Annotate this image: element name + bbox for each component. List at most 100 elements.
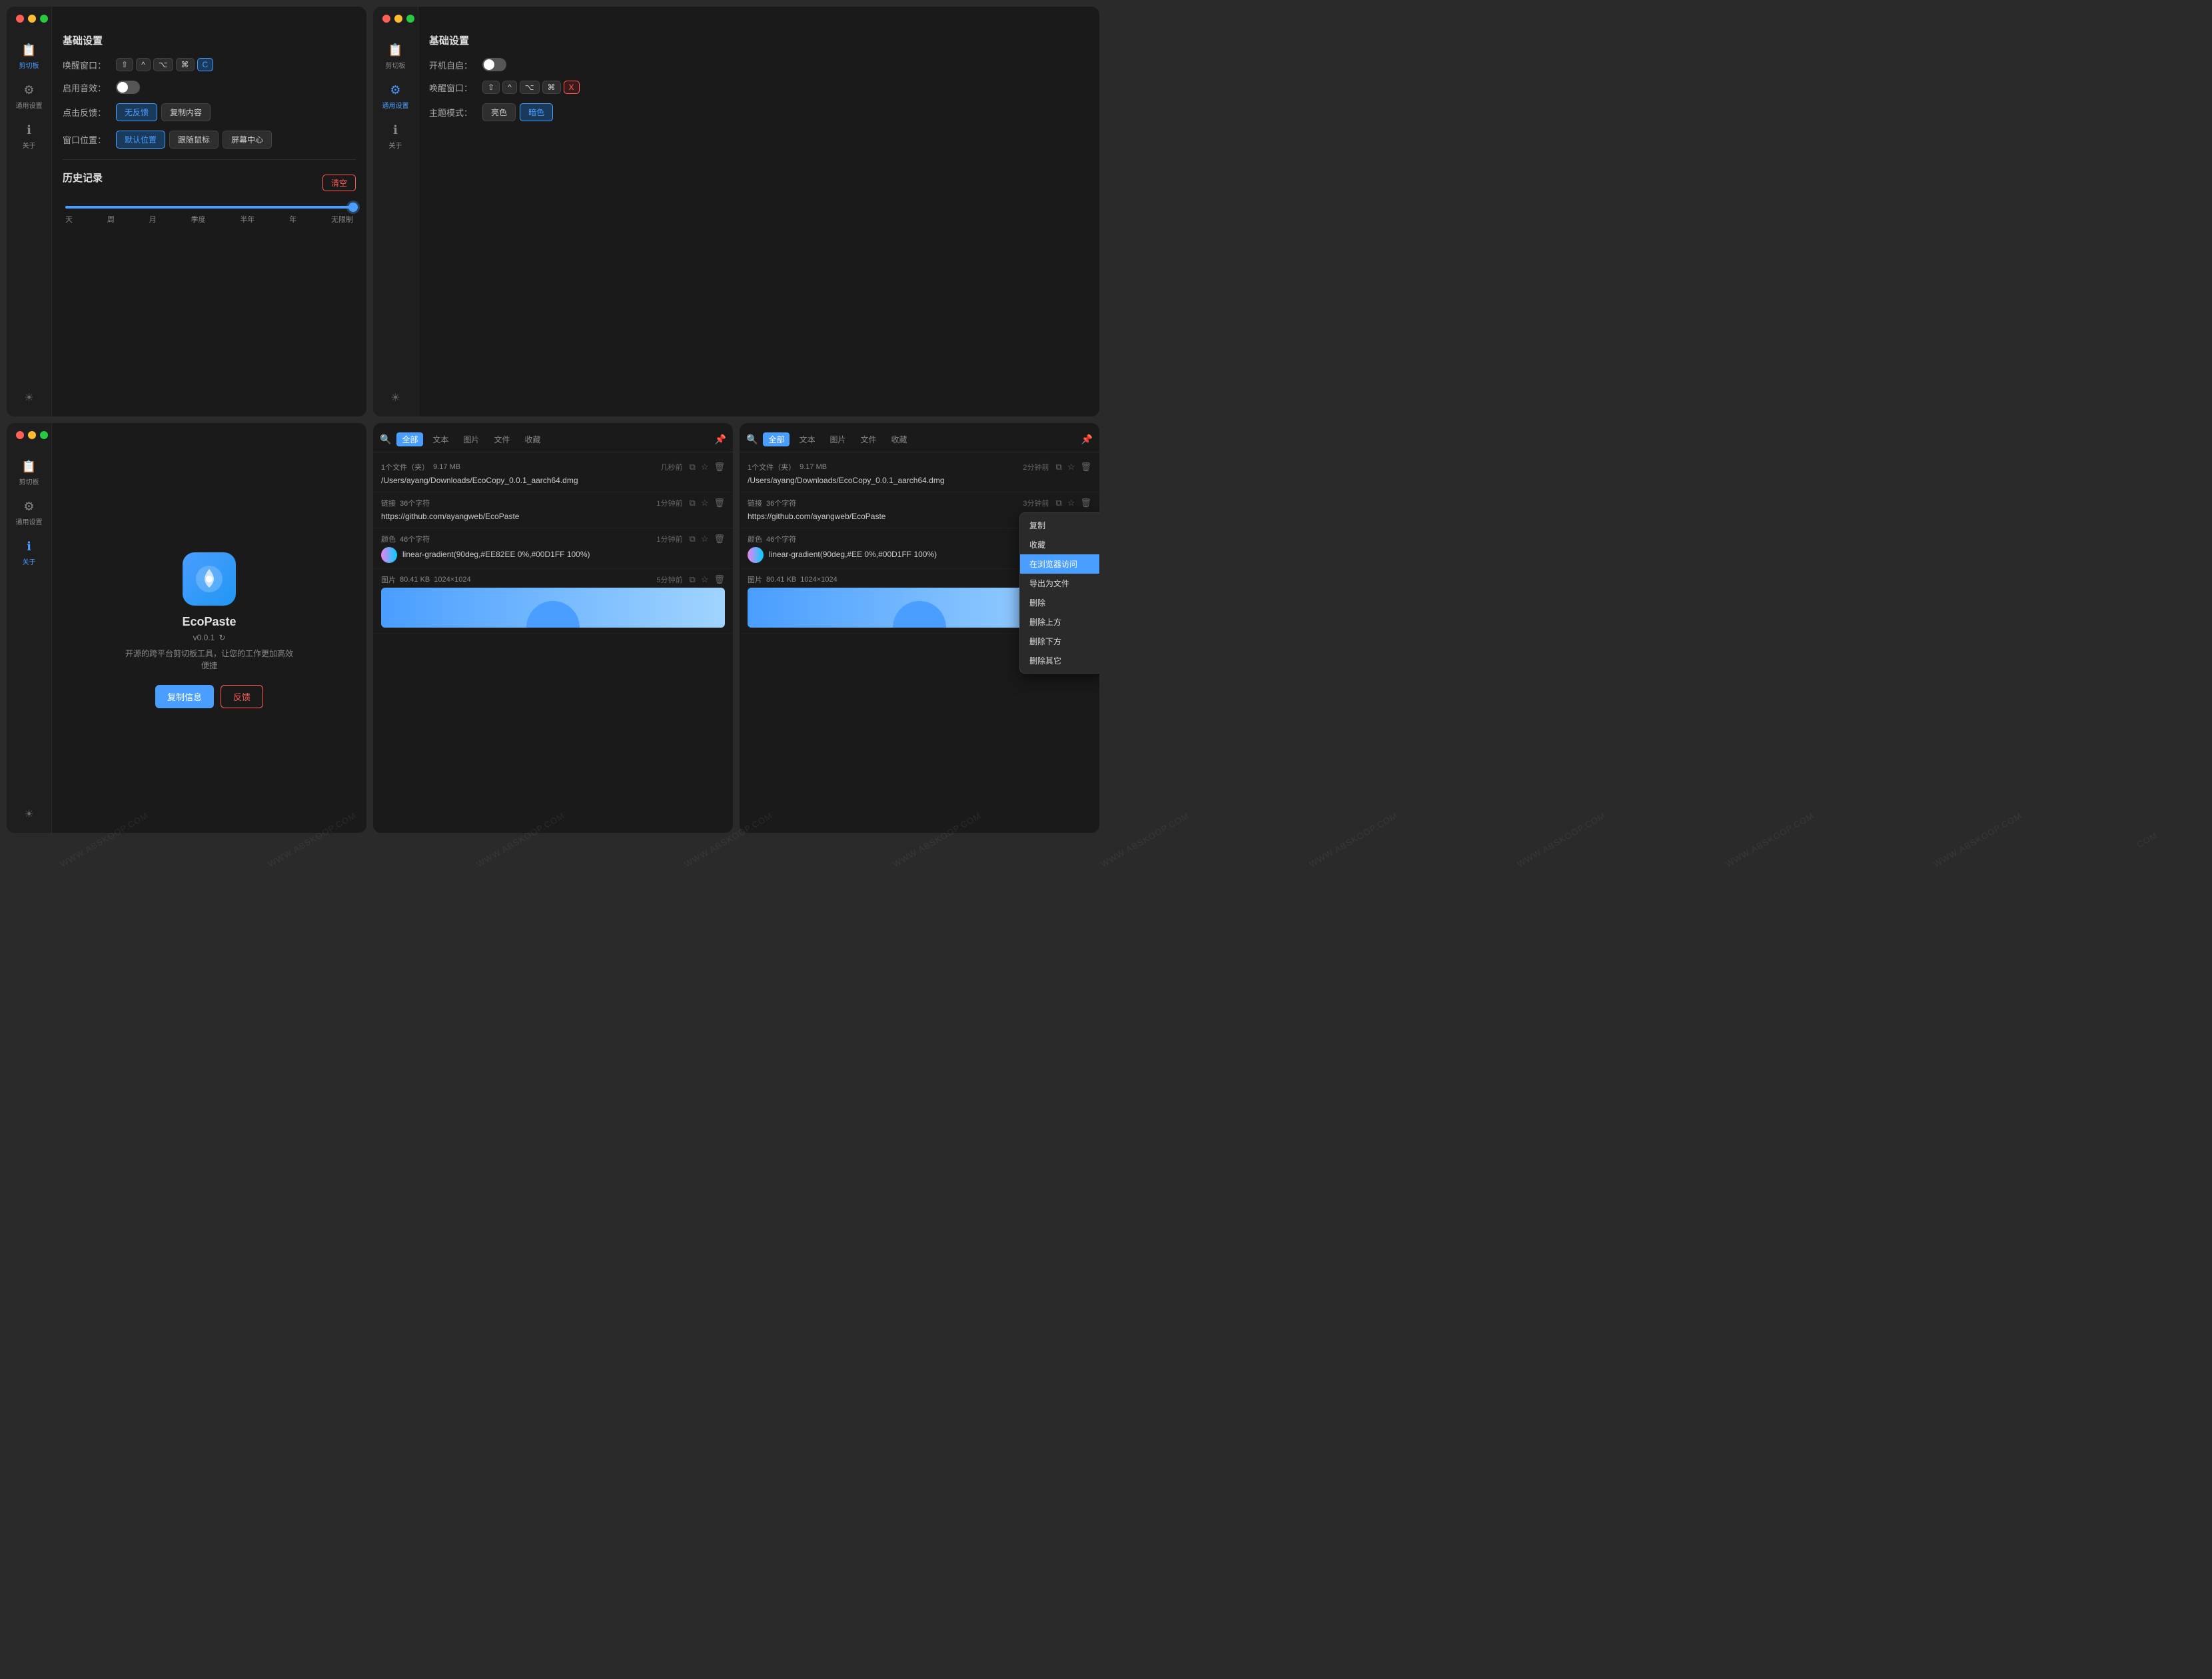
sidebar-bottom-bl: ☀ xyxy=(19,802,39,826)
delete-btn-link-right[interactable]: 🗑 xyxy=(1080,498,1091,508)
star-btn-link-mid[interactable]: ☆ xyxy=(701,498,709,508)
ctx-copy[interactable]: 复制 xyxy=(1020,516,1099,535)
copy-btn-color-mid[interactable]: ⧉ xyxy=(690,534,696,544)
copy-btn-img-mid[interactable]: ⧉ xyxy=(690,574,696,585)
pos-btn-default[interactable]: 默认位置 xyxy=(116,131,165,149)
kbd-ctrl-tr: ^ xyxy=(502,81,517,94)
delete-btn-color-mid[interactable]: 🗑 xyxy=(714,534,725,544)
tab-text-mid[interactable]: 文本 xyxy=(427,432,454,446)
sidebar-item-about-bl[interactable]: ℹ 关于 xyxy=(7,533,51,573)
star-btn-file-mid[interactable]: ☆ xyxy=(701,462,709,472)
copy-btn-link-mid[interactable]: ⧉ xyxy=(690,498,696,508)
ctx-browser[interactable]: 在浏览器访问 xyxy=(1020,554,1099,574)
clip-actions-file-mid: ⧉ ☆ 🗑 xyxy=(690,462,725,472)
copy-btn-file-mid[interactable]: ⧉ xyxy=(690,462,696,472)
tab-all-mid[interactable]: 全部 xyxy=(396,432,423,446)
copy-info-button[interactable]: 复制信息 xyxy=(155,685,214,708)
minimize-button[interactable] xyxy=(28,15,36,23)
sidebar-item-settings-bl[interactable]: ⚙ 通用设置 xyxy=(7,493,51,533)
kbd-x-tr: X xyxy=(564,81,580,94)
pin-icon-mid[interactable]: 📌 xyxy=(715,434,726,445)
about-content: EcoPaste v0.0.1 ↻ 开源的跨平台剪切板工具，让您的工作更加高效便… xyxy=(52,423,366,833)
close-button[interactable] xyxy=(16,15,24,23)
clip-meta-color-mid: 颜色 46个字符 1分钟前 ⧉ ☆ 🗑 xyxy=(381,534,725,544)
maximize-button-bl[interactable] xyxy=(40,431,48,439)
sidebar-item-settings-tr[interactable]: ⚙ 通用设置 xyxy=(373,77,418,117)
clip-item-link-right[interactable]: 链接 36个字符 3分钟前 ⧉ ☆ 🗑 https://github.com/a… xyxy=(740,492,1099,528)
wake-label-tr: 唤醒窗口： xyxy=(429,81,476,94)
star-btn-link-right[interactable]: ☆ xyxy=(1067,498,1075,508)
delete-btn-link-mid[interactable]: 🗑 xyxy=(714,498,725,508)
sidebar-item-clipboard-tr[interactable]: 📋 剪切板 xyxy=(373,37,418,77)
pos-btn-center[interactable]: 屏幕中心 xyxy=(223,131,272,149)
ctx-delete-above[interactable]: 删除上方 xyxy=(1020,612,1099,632)
ctx-favorite[interactable]: 收藏 xyxy=(1020,535,1099,554)
star-btn-img-mid[interactable]: ☆ xyxy=(701,574,709,585)
clip-item-file-mid[interactable]: 1个文件（夹） 9.17 MB 几秒前 ⧉ ☆ 🗑 /Users/ayang/D… xyxy=(373,456,733,492)
brightness-icon-bl[interactable]: ☀ xyxy=(19,802,39,826)
brightness-icon[interactable]: ☀ xyxy=(19,386,39,410)
copy-btn-link-right[interactable]: ⧉ xyxy=(1056,498,1062,508)
star-btn-color-mid[interactable]: ☆ xyxy=(701,534,709,544)
sidebar-label-settings: 通用设置 xyxy=(16,100,43,110)
sidebar-label-about: 关于 xyxy=(23,140,36,150)
close-button-bl[interactable] xyxy=(16,431,24,439)
clear-history-button[interactable]: 清空 xyxy=(322,175,356,191)
sidebar-item-clipboard[interactable]: 📋 剪切板 xyxy=(7,37,51,77)
clip-item-link-mid[interactable]: 链接 36个字符 1分钟前 ⧉ ☆ 🗑 https://github.com/a… xyxy=(373,492,733,528)
delete-btn-file-right[interactable]: 🗑 xyxy=(1080,462,1091,472)
sound-toggle[interactable] xyxy=(116,81,140,94)
tab-file-mid[interactable]: 文件 xyxy=(488,432,515,446)
panel-top-left: 📋 剪切板 ⚙ 通用设置 ℹ 关于 ☀ 基础设置 唤醒窗口： ⇧ ^ xyxy=(7,7,366,416)
tab-text-right[interactable]: 文本 xyxy=(794,432,820,446)
slider-thumb[interactable] xyxy=(348,203,358,212)
pos-btn-mouse[interactable]: 跟随鼠标 xyxy=(169,131,219,149)
clip-item-img-mid[interactable]: 图片 80.41 KB 1024×1024 5分钟前 ⧉ ☆ 🗑 xyxy=(373,569,733,634)
tab-image-right[interactable]: 图片 xyxy=(824,432,851,446)
tab-file-right[interactable]: 文件 xyxy=(855,432,881,446)
star-btn-file-right[interactable]: ☆ xyxy=(1067,462,1075,472)
theme-btn-dark[interactable]: 暗色 xyxy=(520,103,553,121)
clip-item-file-right[interactable]: 1个文件（夹） 9.17 MB 2分钟前 ⧉ ☆ 🗑 /Users/ayang/… xyxy=(740,456,1099,492)
ctx-export[interactable]: 导出为文件 xyxy=(1020,574,1099,593)
minimize-button-bl[interactable] xyxy=(28,431,36,439)
kbd-c: C xyxy=(197,58,214,71)
sidebar-item-about[interactable]: ℹ 关于 xyxy=(7,117,51,157)
clip-actions-img-mid: ⧉ ☆ 🗑 xyxy=(690,574,725,585)
brightness-icon-tr[interactable]: ☀ xyxy=(385,386,405,410)
history-slider[interactable]: 天 周 月 季度 半年 年 无限制 xyxy=(63,206,356,225)
delete-btn-img-mid[interactable]: 🗑 xyxy=(714,574,725,585)
panel-bottom-right: 🔍 全部 文本 图片 文件 收藏 📌 1个文件（夹） xyxy=(740,423,1099,833)
delete-btn-file-mid[interactable]: 🗑 xyxy=(714,462,725,472)
clip-item-color-mid[interactable]: 颜色 46个字符 1分钟前 ⧉ ☆ 🗑 linear-gradient(90de… xyxy=(373,528,733,569)
ctx-delete-others[interactable]: 删除其它 xyxy=(1020,651,1099,670)
maximize-button-tr[interactable] xyxy=(406,15,414,23)
tab-all-right[interactable]: 全部 xyxy=(763,432,790,446)
pin-icon-right[interactable]: 📌 xyxy=(1081,434,1093,445)
context-menu: 复制 收藏 在浏览器访问 导出为文件 删除 删除上方 删除下方 删除其它 xyxy=(1019,512,1099,674)
ctx-delete-below[interactable]: 删除下方 xyxy=(1020,632,1099,651)
close-button-tr[interactable] xyxy=(382,15,390,23)
tab-fav-right[interactable]: 收藏 xyxy=(886,432,913,446)
clip-size-color-right: 46个字符 xyxy=(766,534,796,544)
clip-header: 🔍 全部 文本 图片 文件 收藏 📌 xyxy=(373,423,733,452)
maximize-button[interactable] xyxy=(40,15,48,23)
feedback-button[interactable]: 反馈 xyxy=(221,685,263,708)
panel-bottom-mid: 🔍 全部 文本 图片 文件 收藏 📌 1个文件（夹） xyxy=(373,423,733,833)
tab-image-mid[interactable]: 图片 xyxy=(458,432,484,446)
feedback-btn-none[interactable]: 无反馈 xyxy=(116,103,157,121)
sidebar-item-settings[interactable]: ⚙ 通用设置 xyxy=(7,77,51,117)
copy-btn-file-right[interactable]: ⧉ xyxy=(1056,462,1062,472)
kbd-cmd-tr: ⌘ xyxy=(542,81,561,94)
sidebar-item-about-tr[interactable]: ℹ 关于 xyxy=(373,117,418,157)
autostart-toggle[interactable] xyxy=(482,58,506,71)
panel-bottom-left: 📋 剪切板 ⚙ 通用设置 ℹ 关于 ☀ xyxy=(7,423,366,833)
refresh-icon[interactable]: ↻ xyxy=(219,633,225,642)
minimize-button-tr[interactable] xyxy=(394,15,402,23)
feedback-btn-copy[interactable]: 复制内容 xyxy=(161,103,211,121)
tab-fav-mid[interactable]: 收藏 xyxy=(520,432,546,446)
ctx-delete[interactable]: 删除 xyxy=(1020,593,1099,612)
clip-type-link-right: 链接 xyxy=(748,498,762,508)
theme-btn-light[interactable]: 亮色 xyxy=(482,103,516,121)
sidebar-item-clipboard-bl[interactable]: 📋 剪切板 xyxy=(7,453,51,493)
